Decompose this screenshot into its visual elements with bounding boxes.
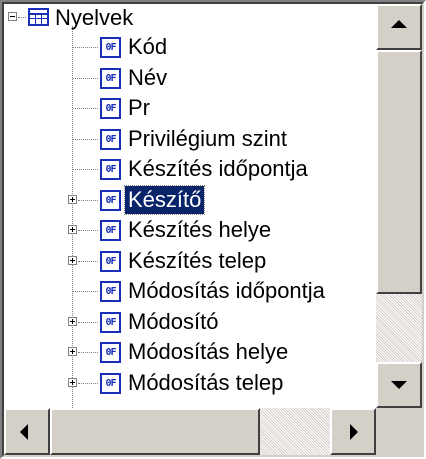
field-icon: 0F xyxy=(100,250,121,272)
expand-toggle[interactable] xyxy=(68,225,77,234)
vertical-scroll-thumb[interactable] xyxy=(376,50,422,294)
field-icon: 0F xyxy=(100,189,121,211)
tree-item[interactable]: 0F Készítés telep xyxy=(4,248,376,278)
horizontal-scroll-thumb[interactable] xyxy=(50,408,260,455)
root-connector xyxy=(18,17,26,18)
tree-view[interactable]: Nyelvek 0F Kód 0F Név 0F Pr 0F Privilégium szin… xyxy=(2,2,424,457)
item-connector xyxy=(78,321,98,323)
tree-item-label[interactable]: Készítés helye xyxy=(125,216,274,244)
field-icon: 0F xyxy=(100,67,121,89)
field-icon: 0F xyxy=(100,37,121,58)
tree-item[interactable]: 0F Készítés helye xyxy=(4,217,376,247)
tree-item[interactable]: 0F Név xyxy=(4,65,376,95)
item-connector xyxy=(73,169,98,170)
tree-item-label[interactable]: Privilégium szint xyxy=(125,125,290,153)
item-connector xyxy=(78,260,98,262)
tree-item-label[interactable]: Készítés időpontja xyxy=(125,155,311,183)
expand-toggle[interactable] xyxy=(68,377,77,387)
tree-item-label[interactable]: Készítő xyxy=(123,184,206,215)
item-connector xyxy=(78,230,98,231)
arrow-up-icon xyxy=(391,20,407,28)
tree-item-label[interactable]: Név xyxy=(125,64,170,92)
tree-item-label[interactable]: Kód xyxy=(125,33,170,61)
scroll-up-button[interactable] xyxy=(376,4,422,50)
expand-toggle[interactable] xyxy=(68,347,77,356)
item-connector xyxy=(73,291,98,292)
item-connector xyxy=(73,47,98,48)
tree-item-label[interactable]: Pr xyxy=(125,94,153,122)
scroll-left-button[interactable] xyxy=(4,408,50,455)
tree-view-frame: Nyelvek 0F Kód 0F Név 0F Pr 0F Privilégium szin… xyxy=(0,0,426,459)
vertical-scrollbar[interactable] xyxy=(376,4,422,408)
tree-content: Nyelvek 0F Kód 0F Név 0F Pr 0F Privilégium szin… xyxy=(4,4,376,408)
arrow-right-icon xyxy=(350,424,358,440)
tree-item[interactable]: 0F Módosítás időpontja xyxy=(4,278,376,308)
item-connector xyxy=(73,77,98,79)
horizontal-scrollbar[interactable] xyxy=(4,408,376,455)
field-icon: 0F xyxy=(100,372,121,394)
tree-item[interactable]: 0F Pr xyxy=(4,95,376,125)
scroll-right-button[interactable] xyxy=(330,408,376,455)
tree-root-label[interactable]: Nyelvek xyxy=(52,4,136,32)
tree-item[interactable]: 0F Készítés időpontja xyxy=(4,156,376,186)
tree-item-label[interactable]: Módosítás helye xyxy=(125,338,291,366)
item-connector xyxy=(73,108,98,109)
tree-item[interactable]: 0F Módosító xyxy=(4,309,376,339)
tree-item[interactable]: 0F Privilégium szint xyxy=(4,126,376,156)
field-icon: 0F xyxy=(100,281,121,302)
tree-item-label[interactable]: Készítés telep xyxy=(125,247,269,275)
tree-item[interactable]: 0F Módosítás telep xyxy=(4,370,376,400)
item-connector xyxy=(78,352,98,353)
tree-item-label[interactable]: Módosítás telep xyxy=(125,369,286,397)
arrow-left-icon xyxy=(20,424,28,440)
field-icon: 0F xyxy=(100,128,121,150)
expand-toggle[interactable] xyxy=(68,194,77,204)
scrollbar-corner xyxy=(376,408,422,455)
scroll-down-button[interactable] xyxy=(376,362,422,408)
expand-toggle[interactable] xyxy=(68,316,77,326)
field-icon: 0F xyxy=(100,159,121,180)
root-collapse-toggle[interactable] xyxy=(8,12,17,21)
tree-item[interactable]: 0F Módosítás helye xyxy=(4,339,376,369)
field-icon: 0F xyxy=(100,311,121,333)
arrow-down-icon xyxy=(391,381,407,389)
table-icon xyxy=(28,8,49,26)
item-connector xyxy=(73,138,98,140)
field-icon: 0F xyxy=(100,342,121,363)
field-icon: 0F xyxy=(100,220,121,241)
tree-item-label[interactable]: Módosító xyxy=(125,308,222,336)
tree-item[interactable]: 0F Készítő xyxy=(4,184,376,217)
item-connector xyxy=(78,382,98,384)
tree-item[interactable]: 0F Kód xyxy=(4,34,376,64)
item-connector xyxy=(78,199,98,201)
expand-toggle[interactable] xyxy=(68,255,77,265)
tree-item-label[interactable]: Módosítás időpontja xyxy=(125,277,328,305)
field-icon: 0F xyxy=(100,98,121,119)
